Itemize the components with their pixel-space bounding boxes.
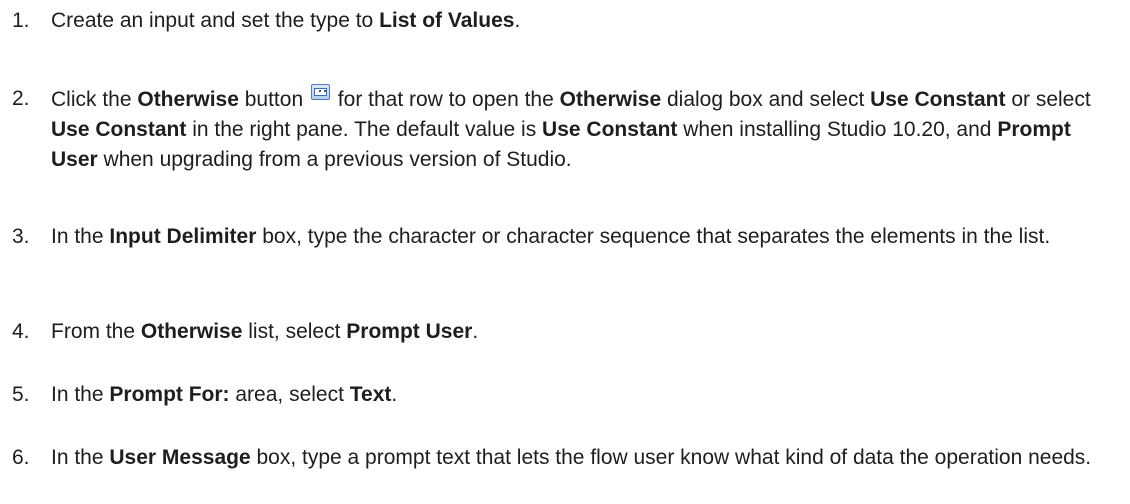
bold-term: Input Delimiter	[109, 225, 257, 248]
step-number: 3.	[12, 225, 30, 248]
text-run: .	[391, 383, 398, 406]
bold-term: Otherwise	[140, 320, 243, 343]
step-number: 5.	[12, 383, 30, 406]
bold-term: List of Values	[379, 9, 515, 32]
text-run: area, select	[229, 383, 350, 406]
text-run: dialog box and select	[661, 88, 871, 111]
text-run: box, type a prompt text that lets the fl…	[250, 446, 1092, 469]
otherwise-button-icon	[310, 84, 330, 100]
bold-term: Otherwise	[137, 88, 239, 111]
step-text: In the Input Delimiter box, type the cha…	[51, 222, 1121, 252]
text-run: From the	[51, 320, 141, 343]
text-run: for that row to open the	[331, 88, 560, 111]
text-run: .	[472, 320, 479, 343]
text-run: Click the	[51, 88, 138, 111]
step-text: Create an input and set the type to List…	[51, 6, 1121, 36]
step-text: From the Otherwise list, select Prompt U…	[51, 317, 1121, 347]
step-number: 2.	[12, 87, 30, 110]
step-number: 6.	[12, 446, 30, 469]
step-text: Click the Otherwise button for that row …	[51, 84, 1121, 175]
step-text: In the Prompt For: area, select Text.	[51, 380, 1121, 410]
text-run: .	[514, 9, 521, 32]
step-text: In the User Message box, type a prompt t…	[51, 443, 1121, 473]
bold-term: User Message	[109, 446, 251, 469]
text-run: when upgrading from a previous version o…	[97, 148, 572, 171]
text-run: In the	[51, 383, 110, 406]
text-run: box, type the character or character seq…	[256, 225, 1051, 248]
text-run: list, select	[242, 320, 347, 343]
step-number: 1.	[12, 9, 30, 32]
bold-term: Prompt User	[346, 320, 473, 343]
text-run: In the	[51, 225, 110, 248]
bold-term: Text	[349, 383, 392, 406]
text-run: or select	[1005, 88, 1091, 111]
text-run: button	[238, 88, 309, 111]
step-number: 4.	[12, 320, 30, 343]
text-run: Create an input and set the type to	[51, 9, 380, 32]
bold-term: Use Constant	[542, 118, 678, 141]
bold-term: Use Constant	[51, 118, 187, 141]
text-run: In the	[51, 446, 110, 469]
text-run: when installing Studio 10.20, and	[677, 118, 998, 141]
text-run: in the right pane. The default value is	[186, 118, 543, 141]
bold-term: Prompt For:	[109, 383, 230, 406]
bold-term: Use Constant	[870, 88, 1006, 111]
bold-term: Otherwise	[559, 88, 662, 111]
